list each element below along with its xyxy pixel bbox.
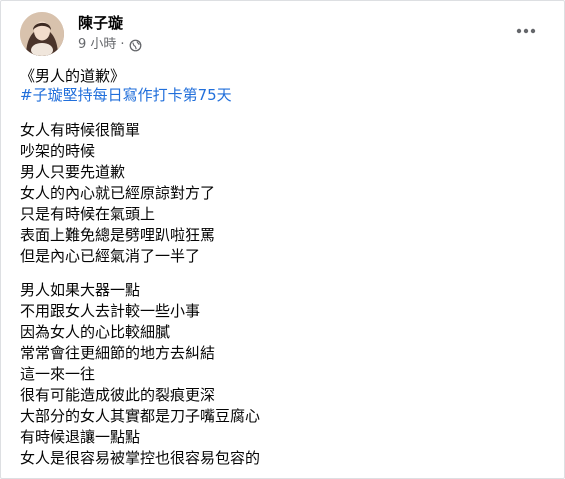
text-line: 但是內心已經氣消了一半了 (20, 247, 201, 265)
text-line: 女人的內心就已經原諒對方了 (20, 184, 216, 202)
text-line: 大部分的女人其實都是刀子嘴豆腐心 (20, 407, 261, 425)
text-line: 男人只要先道歉 (20, 163, 126, 181)
more-horizontal-icon (516, 28, 536, 34)
text-line: 常常會往更細節的地方去糾結 (20, 344, 216, 362)
text-line: 男人如果大器一點 (20, 281, 141, 299)
text-line: 有時候退讓一點點 (20, 428, 141, 446)
text-line: 因為女人的心比較細膩 (20, 323, 171, 341)
meta-separator: · (120, 37, 125, 52)
facebook-post: 陳子璇 9 小時 · 《男人的道歉》 #子璇堅持每日寫作打卡第75天 女人有時候… (0, 0, 565, 479)
avatar[interactable] (20, 12, 64, 56)
post-paragraph-1: 女人有時候很簡單 吵架的時候 男人只要先道歉 女人的內心就已經原諒對方了 只是有… (20, 120, 550, 267)
author-name[interactable]: 陳子璇 (78, 14, 123, 32)
post-paragraph-2: 男人如果大器一點 不用跟女人去計較一些小事 因為女人的心比較細膩 常常會往更細節… (20, 280, 550, 469)
post-title: 《男人的道歉》 (20, 67, 126, 85)
post-meta: 9 小時 · (78, 37, 142, 53)
text-line: 不用跟女人去計較一些小事 (20, 302, 201, 320)
post-time[interactable]: 9 小時 (78, 37, 116, 53)
text-line: 女人是很容易被掌控也很容易包容的 (20, 449, 261, 467)
globe-icon[interactable] (129, 39, 142, 52)
text-line: 女人有時候很簡單 (20, 121, 141, 139)
more-options-button[interactable] (512, 20, 540, 42)
post-header: 陳子璇 9 小時 · (1, 1, 564, 61)
hashtag-link[interactable]: #子璇堅持每日寫作打卡第75天 (20, 86, 232, 104)
text-line: 這一來一往 (20, 365, 96, 383)
text-line: 吵架的時候 (20, 142, 96, 160)
avatar-image (20, 12, 64, 56)
text-line: 很有可能造成彼此的裂痕更深 (20, 386, 216, 404)
text-line: 只是有時候在氣頭上 (20, 205, 156, 223)
post-intro: 《男人的道歉》 #子璇堅持每日寫作打卡第75天 (20, 67, 550, 105)
text-line: 表面上難免總是劈哩趴啦狂罵 (20, 226, 216, 244)
